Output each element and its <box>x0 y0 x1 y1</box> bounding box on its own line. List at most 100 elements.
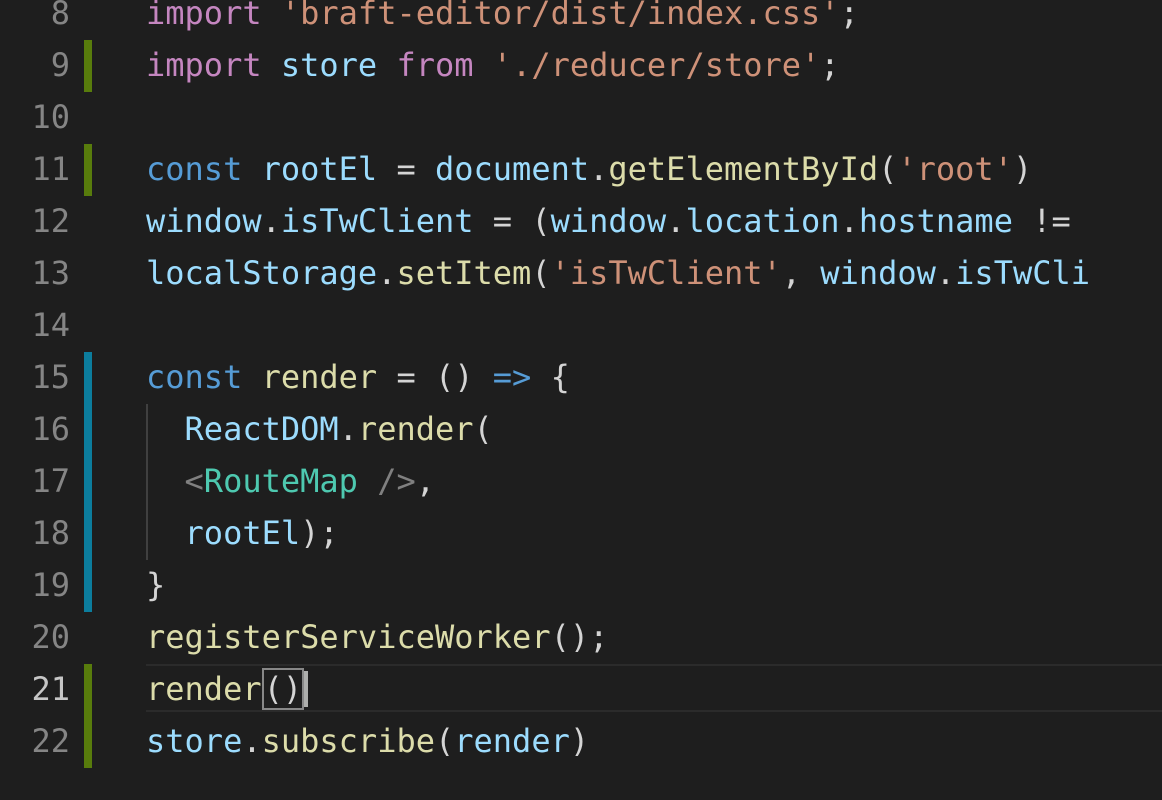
code-token: . <box>242 722 262 760</box>
code-line[interactable]: 10 <box>0 92 1162 144</box>
code-token: . <box>839 202 859 240</box>
code-token: render <box>357 410 474 448</box>
git-added-marker[interactable] <box>84 40 92 92</box>
code-token: ; <box>820 46 840 84</box>
git-modified-marker[interactable] <box>84 456 92 508</box>
code-line[interactable]: 22 store.subscribe(render) <box>0 716 1162 768</box>
code-line[interactable]: 16 ReactDOM.render( <box>0 404 1162 456</box>
code-token: (); <box>550 618 609 656</box>
line-number: 20 <box>31 618 70 656</box>
code-token: != <box>1012 202 1071 240</box>
code-token: , <box>781 254 821 292</box>
code-token: render <box>261 358 378 396</box>
code-token: . <box>338 410 358 448</box>
git-added-marker[interactable] <box>84 664 92 716</box>
git-added-marker[interactable] <box>84 716 92 768</box>
code-token: . <box>935 254 956 292</box>
code-token: from <box>396 46 474 84</box>
code-token: isTwCli <box>955 254 1091 292</box>
code-line[interactable]: 15 const render = () => { <box>0 352 1162 404</box>
code-token: store <box>280 46 378 84</box>
code-line[interactable]: 12 window.isTwClient = (window.location.h… <box>0 196 1162 248</box>
code-text: registerServiceWorker(); <box>146 619 608 655</box>
line-number: 22 <box>31 722 70 760</box>
code-token: /> <box>357 462 416 500</box>
line-number: 19 <box>31 566 70 604</box>
code-token: = ( <box>473 202 551 240</box>
line-number: 9 <box>50 46 70 84</box>
git-modified-marker[interactable] <box>84 352 92 404</box>
code-text: ReactDOM.render( <box>146 411 493 447</box>
code-text: window.isTwClient = (window.location.hos… <box>146 203 1071 239</box>
code-token: ) <box>569 722 590 760</box>
code-token: 'root' <box>897 150 1013 188</box>
line-number: 21 <box>31 670 70 708</box>
code-line[interactable]: 19} <box>0 560 1162 612</box>
code-token: 'isTwClient' <box>550 254 782 292</box>
code-text: const rootEl = document.getElementById('… <box>146 151 1032 187</box>
line-number: 8 <box>50 0 70 32</box>
line-number: 10 <box>31 98 70 136</box>
code-text: store.subscribe(render) <box>146 723 589 759</box>
code-token: ( <box>531 254 551 292</box>
code-token: render <box>146 670 262 708</box>
code-text: localStorage.setItem('isTwClient', windo… <box>146 255 1090 291</box>
code-token: ( <box>473 410 493 448</box>
code-token: subscribe <box>261 722 435 760</box>
code-token: ); <box>300 514 339 552</box>
git-modified-marker[interactable] <box>84 508 92 560</box>
code-token: getElementById <box>608 150 879 188</box>
code-token: window <box>146 202 262 240</box>
line-number: 11 <box>31 150 70 188</box>
code-token: 'braft-editor/dist/index.css' <box>280 0 840 32</box>
bracket-match: () <box>261 668 305 710</box>
code-line[interactable]: 18 rootEl); <box>0 508 1162 560</box>
code-token: window <box>820 254 936 292</box>
code-token: setItem <box>396 254 532 292</box>
git-modified-marker[interactable] <box>84 404 92 456</box>
code-token: < <box>184 462 204 500</box>
code-line[interactable]: 17 <RouteMap />, <box>0 456 1162 508</box>
code-text: render() <box>146 668 309 710</box>
code-token: './reducer/store' <box>492 46 821 84</box>
code-line[interactable]: 21 render() <box>0 664 1162 716</box>
code-text: import 'braft-editor/dist/index.css'; <box>146 0 859 31</box>
code-token: import <box>146 46 262 84</box>
code-text: } <box>146 567 165 603</box>
code-token: rootEl <box>184 514 301 552</box>
code-line[interactable]: 13 localStorage.setItem('isTwClient', win… <box>0 248 1162 300</box>
code-token: { <box>531 358 570 396</box>
line-number: 15 <box>31 358 70 396</box>
code-token: location <box>685 202 840 240</box>
text-cursor <box>304 671 309 707</box>
code-editor[interactable]: 8 import 'braft-editor/dist/index.css'; 9 i… <box>0 0 1162 800</box>
code-token: . <box>261 202 281 240</box>
code-line[interactable]: 20 registerServiceWorker(); <box>0 612 1162 664</box>
git-added-marker[interactable] <box>84 144 92 196</box>
line-number: 17 <box>31 462 70 500</box>
code-text: rootEl); <box>146 515 339 551</box>
git-modified-marker[interactable] <box>84 560 92 612</box>
code-token: } <box>146 566 166 604</box>
code-text: const render = () => { <box>146 359 570 395</box>
code-token: ) <box>1012 150 1033 188</box>
code-line[interactable]: 11 const rootEl = document.getElementById… <box>0 144 1162 196</box>
code-token: ReactDOM <box>184 410 339 448</box>
code-token: ; <box>839 0 859 32</box>
code-token: const <box>146 150 243 188</box>
code-line[interactable]: 9 import store from './reducer/store'; <box>0 40 1162 92</box>
code-line[interactable]: 8 import 'braft-editor/dist/index.css'; <box>0 0 1162 40</box>
code-token: = () <box>377 358 493 396</box>
code-line[interactable]: 14 <box>0 300 1162 352</box>
code-token: => <box>492 358 532 396</box>
code-token: window <box>550 202 667 240</box>
